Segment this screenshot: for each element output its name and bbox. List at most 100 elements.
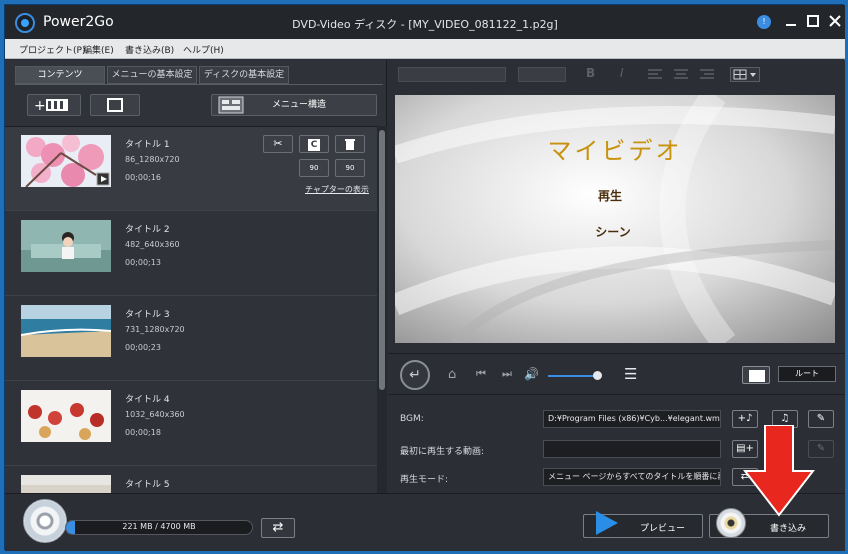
red-down-arrow-icon <box>743 425 815 517</box>
add-video-button[interactable]: + <box>27 94 81 116</box>
slideshow-icon <box>107 98 123 112</box>
show-chapters-link[interactable]: チャプターの表示 <box>305 184 369 195</box>
title-row-5[interactable]: タイトル 5 <box>5 467 377 493</box>
volume-slider[interactable] <box>548 375 598 377</box>
burn-label: 書き込み <box>770 524 807 534</box>
beach-thumbnail <box>21 305 111 357</box>
title-thumbnail-5 <box>21 475 111 493</box>
title-thumbnail-3 <box>21 305 111 357</box>
menu-bar: プロジェクト(P) 編集(E) 書き込み(B) ヘルプ(H) <box>5 39 845 59</box>
trim-button[interactable]: ✂ <box>263 135 293 153</box>
title-name: タイトル 2 <box>125 225 170 235</box>
title-info: 1032_640x360 <box>125 410 185 419</box>
title-bar: Power2Go DVD-Video ディスク - [MY_VIDEO_0811… <box>5 5 845 39</box>
menu-structure-label: メニュー構造 <box>272 100 327 110</box>
title-thumbnail-4 <box>21 390 111 442</box>
panel-tabs: コンテンツ メニューの基本設定 ディスクの基本設定 <box>15 66 385 84</box>
title-duration: 00;00;13 <box>125 258 161 267</box>
menu-structure-icon <box>218 96 244 114</box>
bgm-label: BGM: <box>400 414 424 424</box>
rotate-left-icon: 90 <box>309 164 319 172</box>
first-play-field[interactable] <box>543 440 721 458</box>
next-icon[interactable]: ⏭ <box>502 367 512 381</box>
list-icon[interactable]: ☰ <box>624 365 637 383</box>
title-info: 482_640x360 <box>125 240 180 249</box>
tab-menu-settings[interactable]: メニューの基本設定 <box>107 66 197 84</box>
menu-title-text[interactable]: マイビデオ <box>395 131 835 166</box>
burn-disc-icon <box>716 508 746 538</box>
capacity-text: 221 MB / 4700 MB <box>122 522 196 531</box>
rotate-right-icon: 90 <box>345 164 355 172</box>
cherry-blossom-thumbnail <box>21 135 111 187</box>
previous-icon[interactable]: ⏮ <box>476 367 486 381</box>
layout-grid-button[interactable] <box>730 67 760 82</box>
slideshow-button[interactable] <box>90 94 140 116</box>
volume-icon[interactable]: 🔊 <box>524 367 539 381</box>
maximize-button[interactable] <box>805 13 821 29</box>
volume-slider-thumb[interactable] <box>593 371 603 380</box>
rotate-left-button[interactable]: 90 <box>299 159 329 177</box>
app-window: Power2Go DVD-Video ディスク - [MY_VIDEO_0811… <box>4 4 845 551</box>
close-button[interactable] <box>827 13 843 29</box>
title-duration: 00;00;16 <box>125 173 161 182</box>
chapter-button[interactable]: C <box>299 135 329 153</box>
title-row-4[interactable]: タイトル 4 1032_640x360 00;00;18 <box>5 382 377 466</box>
tab-disc-settings[interactable]: ディスクの基本設定 <box>199 66 289 84</box>
menu-preview[interactable]: マイビデオ 再生 シーン <box>395 95 835 343</box>
root-button[interactable]: ルート <box>778 366 836 382</box>
font-size-select[interactable] <box>518 67 566 82</box>
title-row-1[interactable]: タイトル 1 86_1280x720 00;00;16 ✂ C 90 90 チャ… <box>5 127 377 211</box>
delete-button[interactable] <box>335 135 365 153</box>
italic-icon[interactable]: I <box>620 66 624 80</box>
font-family-select[interactable] <box>398 67 506 82</box>
content-toolbar: + メニュー構造 <box>15 94 377 118</box>
minimize-icon <box>786 24 796 26</box>
menu-structure-button[interactable]: メニュー構造 <box>211 94 377 116</box>
title-list-scrollbar[interactable] <box>377 126 387 493</box>
disc-capacity-bar: 221 MB / 4700 MB <box>65 520 253 535</box>
bgm-field[interactable]: D:¥Program Files (x86)¥Cyb...¥elegant.wm… <box>543 410 721 428</box>
grid-icon <box>733 69 756 80</box>
menu-help[interactable]: ヘルプ(H) <box>183 43 224 56</box>
burn-button[interactable]: 書き込み <box>709 508 829 538</box>
play-mode-label: 再生モード: <box>400 475 449 485</box>
enter-button[interactable]: ↵ <box>400 360 430 390</box>
title-name: タイトル 5 <box>125 480 170 490</box>
maximize-icon <box>807 15 819 27</box>
chapter-icon: C <box>308 139 320 151</box>
add-film-icon: + <box>34 98 68 114</box>
title-row-2[interactable]: タイトル 2 482_640x360 00;00;13 <box>5 212 377 296</box>
trash-icon <box>345 139 355 150</box>
title-thumbnail-1 <box>21 135 111 187</box>
content-panel: コンテンツ メニューの基本設定 ディスクの基本設定 + メニュー構造 タイトル … <box>5 60 387 493</box>
notification-icon[interactable]: ! <box>757 15 771 29</box>
minimize-button[interactable] <box>783 13 799 29</box>
title-name: タイトル 4 <box>125 395 170 405</box>
home-icon[interactable]: ⌂ <box>448 367 456 382</box>
play-triangle-icon <box>596 511 618 535</box>
menu-scenes-text[interactable]: シーン <box>395 223 831 240</box>
switch-disc-button[interactable]: ⇄ <box>261 518 295 538</box>
format-toolbar: B I <box>388 60 845 88</box>
scissors-icon: ✂ <box>273 137 283 150</box>
bold-icon[interactable]: B <box>586 66 595 80</box>
preview-button[interactable]: プレビュー <box>583 511 703 538</box>
menu-burn[interactable]: 書き込み(B) <box>125 43 174 56</box>
rotate-right-button[interactable]: 90 <box>335 159 365 177</box>
title-list[interactable]: タイトル 1 86_1280x720 00;00;16 ✂ C 90 90 チャ… <box>5 126 377 493</box>
play-mode-field[interactable]: メニュー ページからすべてのタイトルを順番に再... <box>543 468 721 486</box>
title-info: 86_1280x720 <box>125 155 180 164</box>
status-bar: 221 MB / 4700 MB ⇄ プレビュー 書き込み <box>5 493 845 551</box>
scrollbar-thumb[interactable] <box>379 130 385 390</box>
menu-edit[interactable]: 編集(E) <box>83 43 114 56</box>
tab-divider <box>15 84 383 85</box>
fullscreen-button[interactable] <box>742 366 770 384</box>
menu-project[interactable]: プロジェクト(P) <box>19 43 85 56</box>
title-5-thumbnail <box>21 475 111 493</box>
child-sofa-thumbnail <box>21 220 111 272</box>
menu-play-text[interactable]: 再生 <box>395 187 825 204</box>
tab-contents[interactable]: コンテンツ <box>15 66 105 84</box>
title-row-3[interactable]: タイトル 3 731_1280x720 00;00;23 <box>5 297 377 381</box>
first-play-label: 最初に再生する動画: <box>400 447 485 457</box>
preview-controls: ↵ ⌂ ⏮ ⏭ 🔊 ☰ ルート <box>388 353 845 395</box>
